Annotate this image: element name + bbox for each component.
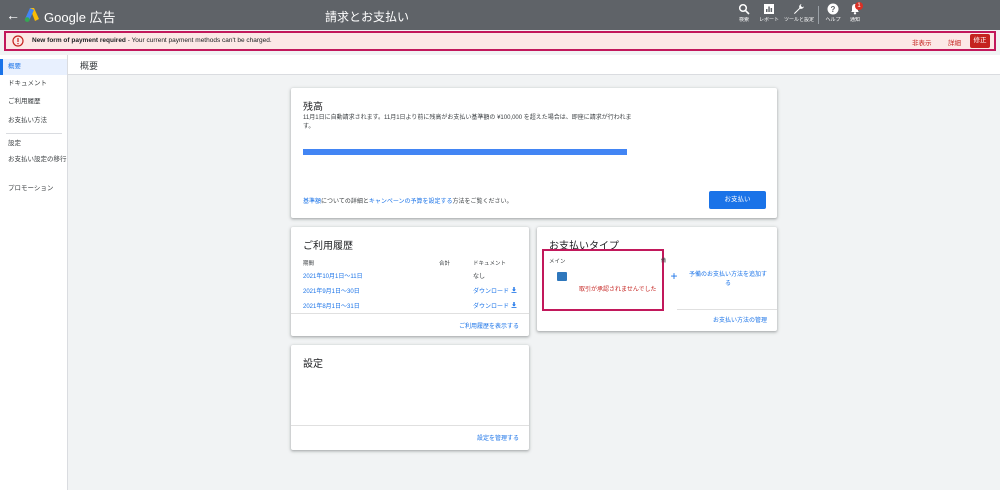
alert-title: New form of payment required xyxy=(32,37,126,44)
sidebar-divider xyxy=(6,133,62,134)
payment-type-card: お支払いタイプ メイン 取引が承認されませんでした 備 + 予備のお支払い方法を… xyxy=(537,227,777,331)
manage-settings-link[interactable]: 設定を管理する xyxy=(477,433,519,442)
sidebar-item-settings-transfer[interactable]: お支払い設定の移行 xyxy=(0,154,67,174)
settings-card: 設定 設定を管理する xyxy=(291,345,529,450)
table-row: 2021年9月1日～30日 ダウンロード xyxy=(303,286,523,298)
total-header: 合計 xyxy=(439,261,451,267)
search-icon xyxy=(738,3,750,15)
tool-label: レポート xyxy=(758,17,779,23)
card-brand-icon xyxy=(557,272,567,281)
tool-label: 通知 xyxy=(849,17,860,23)
tools-settings-tool[interactable]: ツールと設定 xyxy=(782,3,816,29)
table-row: 2021年10月1日～11日 なし xyxy=(303,271,523,283)
primary-label: メイン xyxy=(549,259,566,265)
make-payment-button[interactable]: お支払い xyxy=(709,191,766,209)
top-app-bar: ← Google 広告 請求とお支払い 検索 レポート ツールと設定 ? ヘルプ… xyxy=(0,0,1000,30)
svg-text:?: ? xyxy=(831,5,836,14)
details-link[interactable]: 詳細 xyxy=(948,37,961,47)
download-label: ダウンロード xyxy=(473,289,510,295)
history-card: ご利用履歴 期間 合計 ドキュメント 2021年10月1日～11日 なし 202… xyxy=(291,227,529,336)
add-icon[interactable]: + xyxy=(665,267,683,285)
google-ads-logo[interactable] xyxy=(24,7,40,23)
alert-message: New form of payment required - Your curr… xyxy=(32,37,272,44)
fix-button[interactable]: 修正 xyxy=(970,34,990,48)
balance-progress-bar xyxy=(303,149,627,155)
balance-progress-fill xyxy=(303,149,627,155)
report-tool[interactable]: レポート xyxy=(752,3,786,29)
period-header: 期間 xyxy=(303,261,315,267)
footer-text: 方法をご覧ください。 xyxy=(452,199,513,205)
sidebar-item-payment-methods[interactable]: お支払い方法 xyxy=(0,113,67,129)
add-backup-payment-link[interactable]: 予備のお支払い方法を追加する xyxy=(687,271,769,289)
history-title: ご利用履歴 xyxy=(303,241,353,252)
brand-name: Google 広告 xyxy=(44,10,116,25)
sidebar-item-overview[interactable]: 概要 xyxy=(0,59,67,75)
balance-card: 残高 11月1日に自動請求されます。11月1日より前に残高がお支払い基準額の ¥… xyxy=(291,88,777,218)
sidebar-item-settings[interactable]: 設定 xyxy=(0,136,67,152)
report-icon xyxy=(764,4,774,14)
document-header: ドキュメント xyxy=(473,261,507,267)
settings-title: 設定 xyxy=(303,359,323,370)
campaign-budget-link[interactable]: キャンペーンの予算を設定する xyxy=(369,199,453,205)
manage-payment-methods-link[interactable]: お支払い方法の管理 xyxy=(713,315,767,324)
balance-description: 11月1日に自動請求されます。11月1日より前に残高がお支払い基準額の ¥100… xyxy=(303,115,632,130)
sidebar-item-promotions[interactable]: プロモーション xyxy=(0,181,67,197)
period-link[interactable]: 2021年8月1日～31日 xyxy=(303,301,360,310)
sidebar: 概要 ドキュメント ご利用履歴 お支払い方法 設定 お支払い設定の移行 プロモー… xyxy=(0,55,68,490)
balance-title: 残高 xyxy=(303,102,323,113)
download-label: ダウンロード xyxy=(473,304,510,310)
footer-text: についての詳細と xyxy=(321,199,369,205)
sidebar-item-documents[interactable]: ドキュメント xyxy=(0,76,67,92)
sidebar-item-history[interactable]: ご利用履歴 xyxy=(0,94,67,110)
balance-footer: 基準額についての詳細とキャンペーンの予算を設定する方法をご覧ください。 xyxy=(303,196,513,205)
table-row: 2021年8月1日～31日 ダウンロード xyxy=(303,301,523,313)
back-arrow-icon[interactable]: ← xyxy=(6,6,20,24)
threshold-link[interactable]: 基準額 xyxy=(303,199,321,205)
card-divider xyxy=(291,313,529,314)
page-header: 概要 xyxy=(68,55,1000,75)
wrench-icon xyxy=(794,4,804,14)
period-link[interactable]: 2021年9月1日～30日 xyxy=(303,286,360,295)
notification-badge: 1 xyxy=(855,2,863,10)
error-icon xyxy=(12,35,24,47)
alert-detail: - Your current payment methods can't be … xyxy=(125,37,272,44)
transaction-declined-message: 取引が承認されませんでした xyxy=(579,287,657,293)
card-divider xyxy=(677,309,777,310)
page-title: 概要 xyxy=(80,61,99,71)
view-history-link[interactable]: ご利用履歴を表示する xyxy=(459,321,519,330)
download-icon xyxy=(511,302,517,308)
notifications-tool[interactable]: 1 通知 xyxy=(838,2,872,29)
page-section-title: 請求とお支払い xyxy=(325,10,410,24)
card-divider xyxy=(291,425,529,426)
download-link[interactable]: ダウンロード xyxy=(473,286,517,295)
hide-link[interactable]: 非表示 xyxy=(912,37,932,47)
backup-label: 備 xyxy=(661,258,667,264)
download-link[interactable]: ダウンロード xyxy=(473,301,517,310)
download-icon xyxy=(511,287,517,293)
period-link[interactable]: 2021年10月1日～11日 xyxy=(303,271,363,280)
payment-required-alert: New form of payment required - Your curr… xyxy=(4,31,996,51)
tool-label: ツールと設定 xyxy=(783,17,814,23)
document-none: なし xyxy=(473,274,486,280)
